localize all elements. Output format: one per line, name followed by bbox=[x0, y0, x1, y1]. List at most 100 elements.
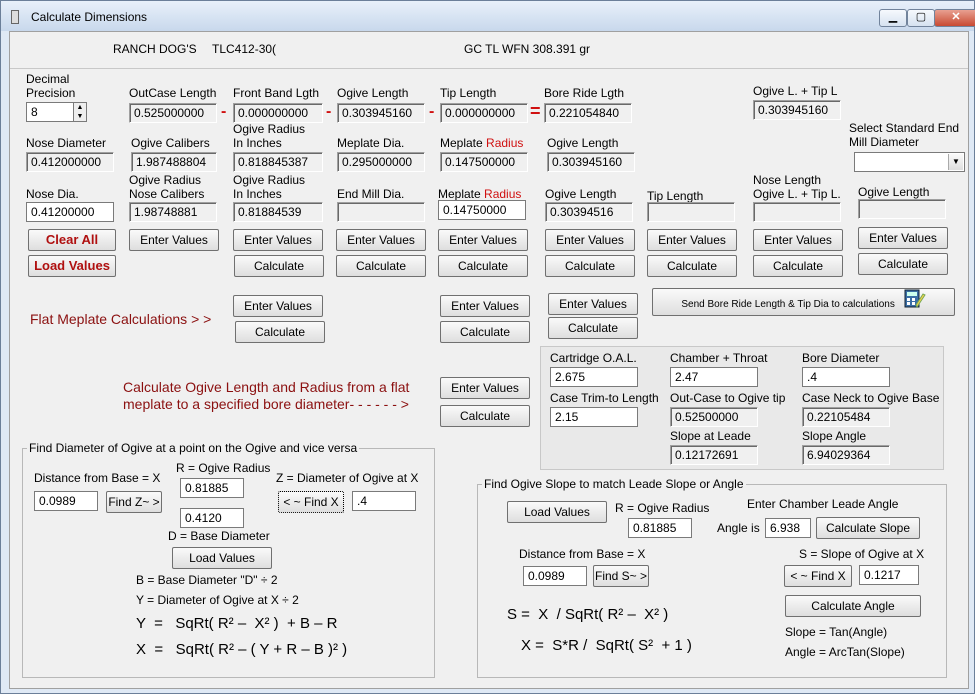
app-icon bbox=[11, 10, 19, 24]
calculate-button[interactable]: Calculate bbox=[440, 321, 530, 343]
tip-length-label: Tip Length bbox=[440, 86, 497, 100]
z-input[interactable]: .4 bbox=[352, 491, 416, 511]
calculate-button[interactable]: Calculate bbox=[858, 253, 948, 275]
distance-input[interactable]: 0.0989 bbox=[34, 491, 98, 511]
y-definition: Y = Diameter of Ogive at X ÷ 2 bbox=[136, 593, 299, 607]
title-bar: Calculate Dimensions ▁ ▢ ✕ bbox=[1, 1, 975, 31]
enter-values-button[interactable]: Enter Values bbox=[129, 229, 219, 251]
ogive-calc-heading-2: meplate to a specified bore diameter- - … bbox=[123, 396, 409, 412]
nose-calibers-label-2: Nose Calibers bbox=[129, 187, 205, 201]
calculate-slope-button[interactable]: Calculate Slope bbox=[816, 517, 920, 539]
calculate-button[interactable]: Calculate bbox=[235, 321, 325, 343]
clear-all-button[interactable]: Clear All bbox=[28, 229, 116, 251]
ogive-length-field: 0.30394516 bbox=[545, 202, 633, 222]
calculate-button[interactable]: Calculate bbox=[438, 255, 528, 277]
calculate-button[interactable]: Calculate bbox=[440, 405, 530, 427]
angle-input[interactable]: 6.938 bbox=[765, 518, 811, 538]
close-button[interactable]: ✕ bbox=[934, 9, 975, 27]
slope-equation: Slope = Tan(Angle) bbox=[785, 625, 888, 639]
precision-input[interactable]: 8 bbox=[26, 102, 74, 122]
bore-input[interactable]: .4 bbox=[802, 367, 890, 387]
enter-values-button[interactable]: Enter Values bbox=[438, 229, 528, 251]
nose-dia-input[interactable]: 0.41200000 bbox=[26, 202, 114, 222]
enter-values-button[interactable]: Enter Values bbox=[233, 229, 323, 251]
formula-x: X = SqRt( R² – ( Y + R – B )² ) bbox=[136, 641, 348, 658]
minus-sign: - bbox=[326, 103, 332, 120]
distance-label: Distance from Base = X bbox=[34, 471, 161, 485]
header-strip: RANCH DOG'S TLC412-30( GC TL WFN 308.391… bbox=[10, 32, 968, 69]
trim-label: Case Trim-to Length bbox=[550, 391, 659, 405]
calculate-button[interactable]: Calculate bbox=[647, 255, 737, 277]
ogive-length-label: Ogive Length bbox=[337, 86, 409, 100]
meplate-radius-input[interactable]: 0.14750000 bbox=[438, 200, 526, 220]
endmill-select-label: Select Standard End bbox=[849, 121, 960, 135]
slope-x-label: S = Slope of Ogive at X bbox=[799, 547, 925, 561]
load-values-button[interactable]: Load Values bbox=[28, 255, 116, 277]
base-diameter-label: D = Base Diameter bbox=[168, 529, 270, 543]
ogive-calc-heading: Calculate Ogive Length and Radius from a… bbox=[123, 379, 410, 395]
flat-meplate-heading: Flat Meplate Calculations > > bbox=[30, 311, 212, 327]
ogive-calibers-label: Ogive Calibers bbox=[131, 136, 210, 150]
find-x-button[interactable]: < ~ Find X bbox=[278, 491, 344, 513]
base-diameter-input[interactable]: 0.4120 bbox=[180, 508, 244, 528]
enter-values-button[interactable]: Enter Values bbox=[440, 377, 530, 399]
calculate-button[interactable]: Calculate bbox=[548, 317, 638, 339]
minus-sign: - bbox=[221, 103, 227, 120]
enter-values-button[interactable]: Enter Values bbox=[548, 293, 638, 315]
endmill-dropdown[interactable]: ▼ bbox=[854, 152, 965, 172]
enter-values-button[interactable]: Enter Values bbox=[647, 229, 737, 251]
maximize-button[interactable]: ▢ bbox=[907, 9, 935, 27]
oal-input[interactable]: 2.675 bbox=[550, 367, 638, 387]
ogive-length-2-field bbox=[858, 199, 946, 219]
ogive-length-label: Ogive Length bbox=[545, 187, 617, 201]
calculate-button[interactable]: Calculate bbox=[753, 255, 843, 277]
slope-radius-input[interactable]: 0.81885 bbox=[628, 518, 692, 538]
formula-y: Y = SqRt( R² – X² ) + B – R bbox=[136, 615, 338, 632]
minimize-button[interactable]: ▁ bbox=[879, 9, 907, 27]
find-x-button[interactable]: < ~ Find X bbox=[784, 565, 852, 587]
angle-is-label: Angle is bbox=[717, 521, 760, 535]
send-bore-ride-label: Send Bore Ride Length & Tip Dia to calcu… bbox=[681, 299, 895, 311]
slope-input[interactable]: 0.1217 bbox=[859, 565, 919, 585]
chamber-input[interactable]: 2.47 bbox=[670, 367, 758, 387]
ogive-radius-field: 0.818845387 bbox=[233, 152, 323, 172]
enter-values-button[interactable]: Enter Values bbox=[440, 295, 530, 317]
ogive-length-field: 0.303945160 bbox=[547, 152, 635, 172]
calculate-angle-button[interactable]: Calculate Angle bbox=[785, 595, 921, 617]
trim-input[interactable]: 2.15 bbox=[550, 407, 638, 427]
enter-values-button[interactable]: Enter Values bbox=[858, 227, 948, 249]
ogive-radius-label: Ogive Radius bbox=[233, 122, 306, 136]
ogive-length-label: Ogive Length bbox=[547, 136, 619, 150]
meplate-dia-field: 0.295000000 bbox=[337, 152, 425, 172]
bullet-name: TLC412-30( bbox=[212, 42, 277, 56]
calculate-button[interactable]: Calculate bbox=[336, 255, 426, 277]
nose-calibers-label: Ogive Radius bbox=[129, 173, 202, 187]
oal-label: Cartridge O.A.L. bbox=[550, 351, 637, 365]
load-values-button[interactable]: Load Values bbox=[172, 547, 272, 569]
meplate-radius-label: Meplate Radius bbox=[440, 136, 524, 150]
enter-values-button[interactable]: Enter Values bbox=[753, 229, 843, 251]
find-z-button[interactable]: Find Z~ > bbox=[106, 491, 162, 513]
enter-values-button[interactable]: Enter Values bbox=[545, 229, 635, 251]
slope-angle-label: Slope Angle bbox=[802, 429, 867, 443]
calculate-button[interactable]: Calculate bbox=[545, 255, 635, 277]
send-bore-ride-button[interactable]: Send Bore Ride Length & Tip Dia to calcu… bbox=[652, 288, 955, 316]
load-values-button[interactable]: Load Values bbox=[507, 501, 607, 523]
frontband-label: Front Band Lgth bbox=[233, 86, 320, 100]
minus-sign: - bbox=[429, 103, 435, 120]
slope-distance-label: Distance from Base = X bbox=[519, 547, 646, 561]
find-s-button[interactable]: Find S~ > bbox=[593, 565, 649, 587]
radius-input[interactable]: 0.81885 bbox=[180, 478, 244, 498]
precision-spinner[interactable]: ▲ ▼ bbox=[73, 102, 87, 122]
angle-equation: Angle = ArcTan(Slope) bbox=[785, 645, 905, 659]
calculator-icon bbox=[904, 289, 926, 320]
cartridge-name: RANCH DOG'S bbox=[113, 42, 197, 56]
chamber-label: Chamber + Throat bbox=[670, 351, 768, 365]
radius-inches-field: 0.81884539 bbox=[233, 202, 323, 222]
enter-values-button[interactable]: Enter Values bbox=[233, 295, 323, 317]
ogive-radius-label-2: In Inches bbox=[233, 136, 282, 150]
slope-distance-input[interactable]: 0.0989 bbox=[523, 566, 587, 586]
calculate-button[interactable]: Calculate bbox=[234, 255, 324, 277]
chevron-down-icon[interactable]: ▼ bbox=[948, 154, 963, 170]
enter-values-button[interactable]: Enter Values bbox=[336, 229, 426, 251]
